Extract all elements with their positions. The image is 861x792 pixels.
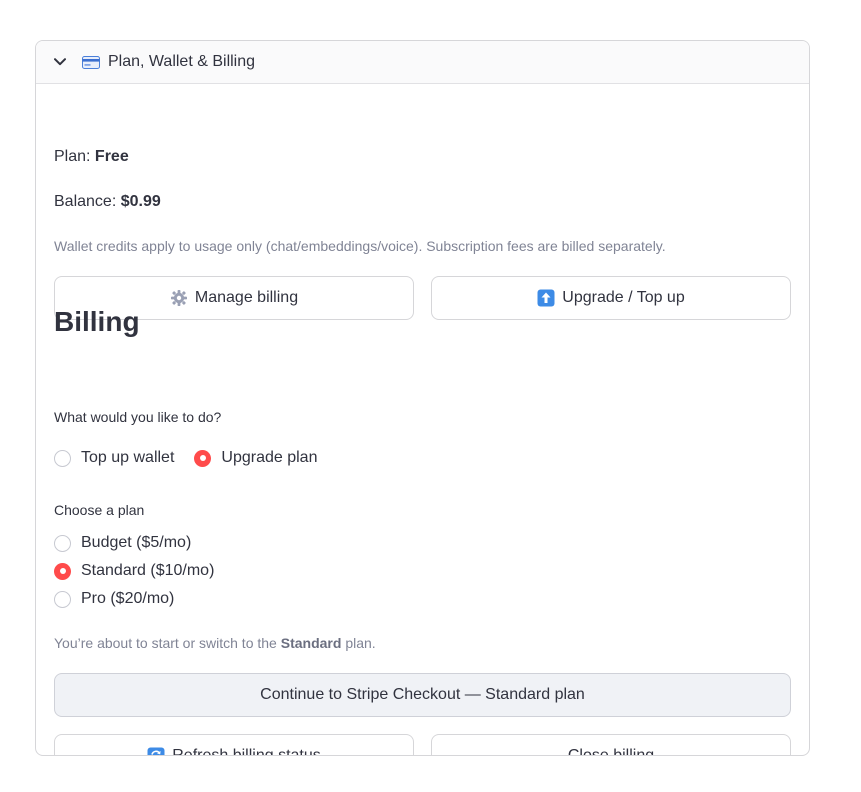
close-billing-button[interactable]: Close billing bbox=[431, 734, 791, 756]
checkout-label: Continue to Stripe Checkout — Standard p… bbox=[260, 686, 585, 703]
plan-option-pro-row: Pro ($20/mo) bbox=[54, 590, 174, 608]
balance-line: Balance: $0.99 bbox=[54, 193, 161, 211]
action-question: What would you like to do? bbox=[54, 409, 222, 425]
radio-label: Budget ($5/mo) bbox=[81, 534, 192, 551]
refresh-billing-label: Refresh billing status bbox=[172, 747, 321, 756]
gear-icon bbox=[170, 289, 188, 307]
radio-top-up-wallet[interactable]: Top up wallet bbox=[54, 449, 174, 467]
expander-content: Plan: Free Balance: $0.99 Wallet credits… bbox=[54, 84, 791, 755]
refresh-icon bbox=[147, 747, 165, 755]
action-radio-group: Top up wallet Upgrade plan bbox=[54, 449, 317, 467]
manage-billing-label: Manage billing bbox=[194, 289, 299, 306]
radio-plan-standard[interactable]: Standard ($10/mo) bbox=[54, 562, 214, 580]
plan-question: Choose a plan bbox=[54, 502, 145, 518]
expander-title: Plan, Wallet & Billing bbox=[108, 53, 256, 70]
radio-plan-pro[interactable]: Pro ($20/mo) bbox=[54, 590, 174, 608]
radio-circle-selected[interactable] bbox=[194, 449, 212, 467]
radio-circle[interactable] bbox=[54, 449, 71, 467]
radio-label: Upgrade plan bbox=[221, 449, 318, 466]
upgrade-topup-button[interactable]: Upgrade / Top up bbox=[431, 276, 791, 320]
plan-label: Plan: bbox=[54, 148, 91, 165]
upgrade-topup-label: Upgrade / Top up bbox=[562, 289, 685, 306]
arrow-up-icon bbox=[537, 289, 555, 307]
credit-card-icon bbox=[82, 55, 100, 69]
notice-suffix: plan. bbox=[345, 635, 376, 651]
chevron-down-icon[interactable] bbox=[53, 55, 67, 69]
radio-circle[interactable] bbox=[54, 534, 71, 552]
billing-heading: Billing bbox=[54, 306, 140, 337]
refresh-billing-button[interactable]: Refresh billing status bbox=[54, 734, 414, 756]
plan-notice: You’re about to start or switch to the S… bbox=[54, 635, 376, 651]
radio-label: Top up wallet bbox=[81, 449, 175, 466]
balance-value: $0.99 bbox=[120, 193, 161, 210]
plan-option-standard-row: Standard ($10/mo) bbox=[54, 562, 214, 580]
radio-circle-selected[interactable] bbox=[54, 562, 71, 580]
expander-header[interactable]: Plan, Wallet & Billing bbox=[36, 41, 809, 84]
plan-value: Free bbox=[94, 148, 129, 165]
radio-circle[interactable] bbox=[54, 590, 71, 608]
plan-line: Plan: Free bbox=[54, 148, 129, 166]
radio-label: Standard ($10/mo) bbox=[81, 562, 215, 579]
notice-prefix: You’re about to start or switch to the bbox=[54, 635, 277, 651]
notice-plan: Standard bbox=[280, 635, 342, 651]
billing-expander: Plan, Wallet & Billing Plan: Free Balanc… bbox=[35, 40, 810, 756]
checkout-button[interactable]: Continue to Stripe Checkout — Standard p… bbox=[54, 673, 791, 717]
wallet-note: Wallet credits apply to usage only (chat… bbox=[54, 238, 666, 254]
close-billing-label: Close billing bbox=[567, 747, 655, 756]
plan-option-budget-row: Budget ($5/mo) bbox=[54, 534, 191, 552]
radio-plan-budget[interactable]: Budget ($5/mo) bbox=[54, 534, 191, 552]
radio-upgrade-plan[interactable]: Upgrade plan bbox=[194, 449, 317, 467]
radio-label: Pro ($20/mo) bbox=[81, 590, 175, 607]
balance-label: Balance: bbox=[54, 193, 117, 210]
